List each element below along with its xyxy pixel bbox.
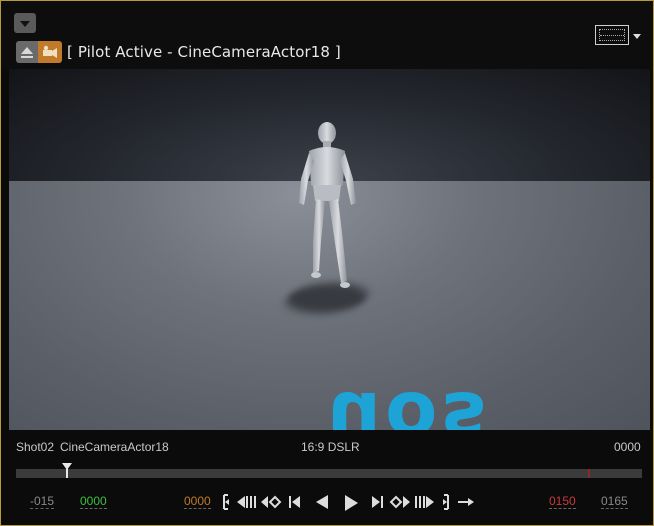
eject-icon [21,47,33,58]
layout-options-button[interactable] [595,25,629,45]
pre-roll-frame[interactable]: -015 [30,495,55,509]
playhead-line [66,469,68,478]
step-back-icon[interactable] [287,493,303,511]
eject-pilot-button[interactable] [16,41,38,63]
filmback-preset: 16:9 DSLR [301,440,360,454]
chevron-down-icon[interactable] [633,34,641,39]
current-frame-readout: 0000 [614,440,641,454]
timeline-scrubber[interactable] [16,469,642,478]
viewport-toolbar: [ Pilot Active - CineCameraActor18 ] [1,1,653,69]
post-roll-frame[interactable]: 0165 [601,495,628,509]
current-frame[interactable]: 0000 [184,495,211,509]
previous-key-icon[interactable] [260,493,282,511]
transport-controls: -015 0000 0000 0150 0165 [1,491,653,513]
layout-icon [599,29,625,41]
set-end-icon[interactable] [441,493,451,511]
jump-to-end-icon[interactable] [414,493,436,511]
camera-viewport[interactable]: uos [9,69,650,430]
camera-info-bar: Shot02 CineCameraActor18 16:9 DSLR 0000 [1,437,653,457]
end-frame[interactable]: 0150 [549,495,576,509]
viewport-options-button[interactable] [14,13,36,33]
play-icon[interactable] [342,493,360,511]
jump-to-start-icon[interactable] [235,493,257,511]
playback-end-marker [588,469,590,478]
cinematic-viewport-window: [ Pilot Active - CineCameraActor18 ] uos… [0,0,654,526]
step-forward-icon[interactable] [369,493,385,511]
camera-name: CineCameraActor18 [60,440,169,454]
pilot-camera-button[interactable] [38,41,62,63]
pilot-icon [43,45,57,58]
play-reverse-icon[interactable] [314,493,330,511]
set-start-icon[interactable] [221,493,231,511]
next-key-icon[interactable] [389,493,411,511]
pilot-title: [ Pilot Active - CineCameraActor18 ] [67,43,341,61]
floor-logo-text: uos [327,375,491,430]
mannequin-character [299,122,356,288]
loop-mode-icon[interactable] [457,493,475,511]
shot-name: Shot02 [16,440,55,454]
start-frame[interactable]: 0000 [80,495,107,509]
